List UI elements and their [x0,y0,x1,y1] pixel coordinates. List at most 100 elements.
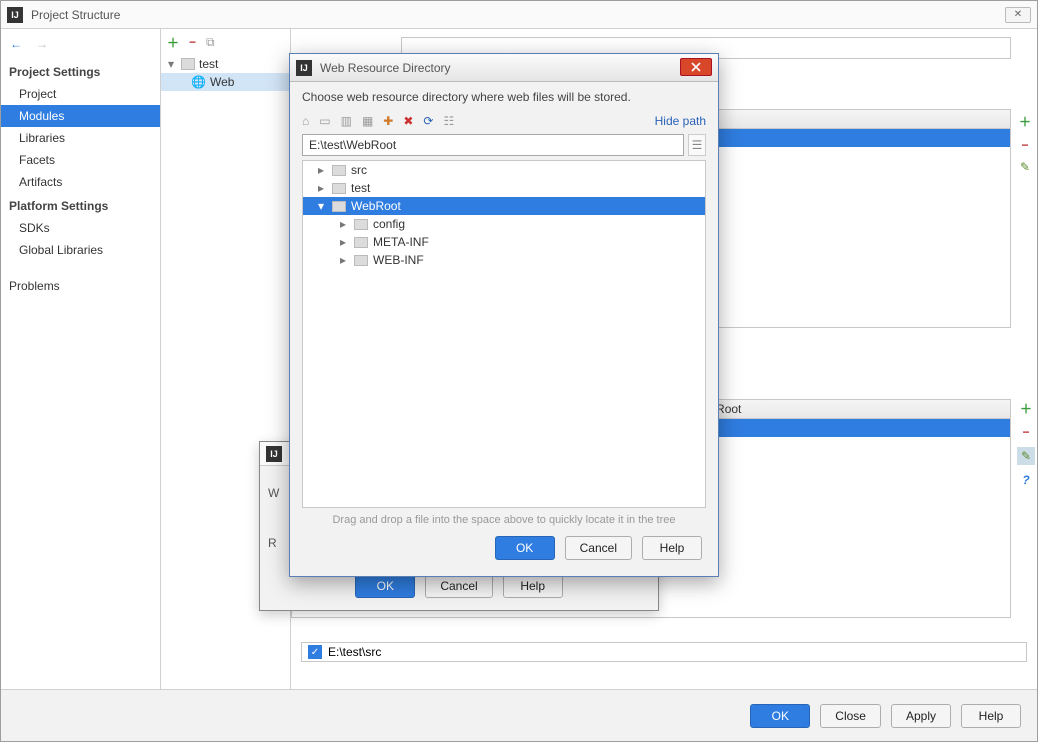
show-hidden-icon[interactable]: ☷ [443,114,454,128]
modal-cancel-button[interactable]: Cancel [565,536,632,560]
add-path-icon[interactable]: ＋ [1017,113,1033,130]
edit-rel-icon[interactable]: ✎ [1017,447,1035,465]
tree-item-src[interactable]: ▸ src [303,161,705,179]
project-icon[interactable]: ▥ [341,114,352,128]
tree-label: test [351,181,370,195]
remove-path-icon[interactable]: − [1017,138,1033,152]
remove-module-icon[interactable]: − [189,35,196,49]
module-folder-icon [181,58,195,70]
sidebar-item-problems[interactable]: Problems [1,275,160,297]
modal-ok-button[interactable]: OK [495,536,555,560]
bg-dialog-icon: IJ [266,446,282,462]
path-group-buttons: ＋ − ✎ [1017,113,1033,174]
chevron-right-icon[interactable]: ▸ [315,163,327,177]
sidebar: ← → Project Settings Project Modules Lib… [1,29,161,689]
modal-help-button[interactable]: Help [642,536,702,560]
folder-icon [354,219,368,230]
relative-group-buttons: ＋ − ✎ ? [1015,399,1037,489]
add-module-icon[interactable]: ＋ [167,34,179,51]
window-title: Project Structure [31,8,120,22]
bg-ok-button[interactable]: OK [355,574,415,598]
module-icon[interactable]: ▦ [362,114,373,128]
main-titlebar: IJ Project Structure ✕ [1,1,1037,29]
close-icon [691,62,701,72]
chevron-down-icon[interactable]: ▾ [165,57,177,71]
bg-help-button[interactable]: Help [503,574,563,598]
main-footer: OK Close Apply Help [1,689,1037,741]
folder-icon [332,201,346,212]
folder-icon [332,183,346,194]
tree-label: WebRoot [351,199,401,213]
delete-icon[interactable]: ✖ [403,114,413,128]
project-structure-window: IJ Project Structure ✕ ← → Project Setti… [0,0,1038,742]
home-icon[interactable]: ⌂ [302,114,309,128]
forward-arrow-icon[interactable]: → [33,35,51,53]
module-tree-root[interactable]: ▾ test [161,55,290,73]
modal-close-button[interactable] [680,58,712,76]
folder-icon [332,165,346,176]
path-input-row: ☰ [302,134,706,156]
tree-label: WEB-INF [373,253,424,267]
bg-dialog-buttons: OK Cancel Help [260,574,658,598]
modal-description: Choose web resource directory where web … [302,90,706,104]
main-apply-button[interactable]: Apply [891,704,951,728]
app-icon: IJ [7,7,23,23]
module-toolbar: ＋ − ⧉ [161,29,290,55]
refresh-icon[interactable]: ⟳ [423,114,433,128]
remove-rel-icon[interactable]: − [1017,423,1035,441]
folder-icon [354,255,368,266]
history-icon[interactable]: ☰ [688,134,706,156]
modal-titlebar[interactable]: IJ Web Resource Directory [290,54,718,82]
add-rel-icon[interactable]: ＋ [1017,399,1035,417]
web-resource-directory-dialog: IJ Web Resource Directory Choose web res… [289,53,719,577]
source-root-area: ✓ E:\test\src [301,642,1027,668]
module-root-label: test [199,57,218,71]
bg-cancel-button[interactable]: Cancel [425,574,492,598]
help-rel-icon[interactable]: ? [1017,471,1035,489]
sidebar-item-project[interactable]: Project [1,83,160,105]
main-close-button[interactable]: Close [820,704,881,728]
tree-label: config [373,217,405,231]
project-settings-heading: Project Settings [1,59,160,83]
modal-toolbar: ⌂ ▭ ▥ ▦ ✚ ✖ ⟳ ☷ Hide path [302,114,706,128]
chevron-right-icon[interactable]: ▸ [337,253,349,267]
edit-path-icon[interactable]: ✎ [1017,160,1033,174]
sidebar-item-modules[interactable]: Modules [1,105,160,127]
hide-path-link[interactable]: Hide path [655,114,706,128]
main-help-button[interactable]: Help [961,704,1021,728]
tree-item-metainf[interactable]: ▸ META-INF [303,233,705,251]
source-checkbox[interactable]: ✓ [308,645,322,659]
new-folder-icon[interactable]: ✚ [383,114,393,128]
path-input[interactable] [302,134,684,156]
drop-hint: Drag and drop a file into the space abov… [302,508,706,536]
sidebar-item-libraries[interactable]: Libraries [1,127,160,149]
chevron-right-icon[interactable]: ▸ [337,217,349,231]
sidebar-item-artifacts[interactable]: Artifacts [1,171,160,193]
sidebar-item-sdks[interactable]: SDKs [1,217,160,239]
module-web-label: Web [210,75,234,89]
window-close-button[interactable]: ✕ [1005,7,1031,23]
modal-body: Choose web resource directory where web … [290,82,718,576]
tree-label: META-INF [373,235,429,249]
folder-icon [354,237,368,248]
source-path-label: E:\test\src [328,645,381,659]
chevron-right-icon[interactable]: ▸ [315,181,327,195]
chevron-down-icon[interactable]: ▾ [315,199,327,213]
sidebar-item-global-libraries[interactable]: Global Libraries [1,239,160,261]
sidebar-item-facets[interactable]: Facets [1,149,160,171]
tree-item-config[interactable]: ▸ config [303,215,705,233]
chevron-right-icon[interactable]: ▸ [337,235,349,249]
web-facet-icon: 🌐 [191,75,206,89]
tree-item-webroot[interactable]: ▾ WebRoot [303,197,705,215]
modal-button-row: OK Cancel Help [302,536,706,568]
module-tree-web[interactable]: 🌐 Web [161,73,290,91]
desktop-icon[interactable]: ▭ [319,114,330,128]
back-arrow-icon[interactable]: ← [7,35,25,53]
directory-tree[interactable]: ▸ src ▸ test ▾ WebRoot ▸ config [302,160,706,508]
tree-item-test[interactable]: ▸ test [303,179,705,197]
main-ok-button[interactable]: OK [750,704,810,728]
copy-module-icon[interactable]: ⧉ [206,35,215,50]
tree-label: src [351,163,367,177]
tree-item-webinf[interactable]: ▸ WEB-INF [303,251,705,269]
source-root-row[interactable]: ✓ E:\test\src [301,642,1027,662]
